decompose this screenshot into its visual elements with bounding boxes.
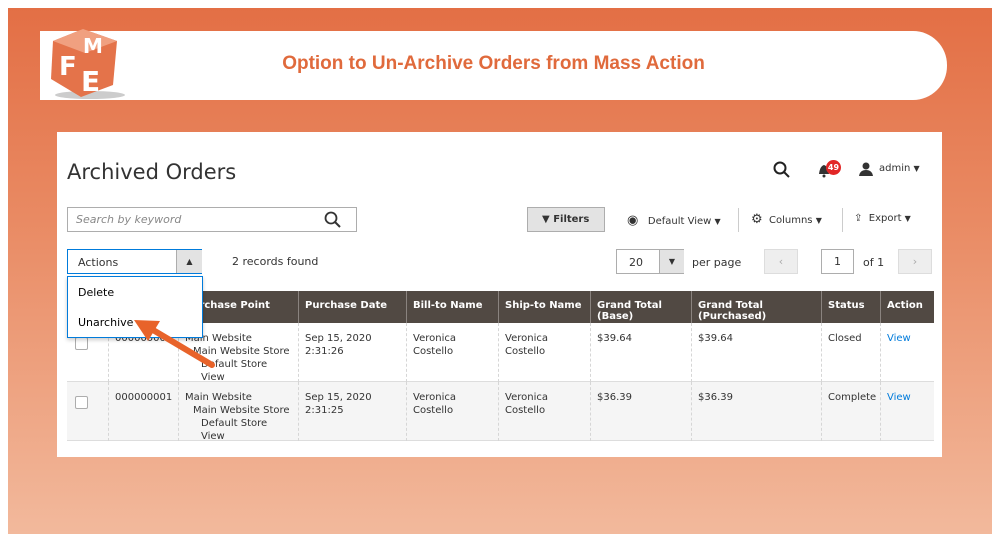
per-page-label: per page bbox=[692, 256, 742, 269]
cell-purchased: $39.64 bbox=[698, 333, 733, 344]
row-checkbox[interactable] bbox=[75, 396, 88, 409]
column-header[interactable]: Grand Total (Purchased) bbox=[691, 291, 821, 323]
svg-text:F: F bbox=[59, 52, 77, 82]
cell-ship: Veronica Costello bbox=[505, 392, 548, 416]
page-input[interactable]: 1 bbox=[821, 249, 854, 274]
actions-label: Actions bbox=[78, 256, 119, 269]
actions-dropdown[interactable]: Actions ▲ bbox=[67, 249, 202, 274]
notification-badge[interactable]: 49 bbox=[826, 160, 841, 175]
next-page-button[interactable]: › bbox=[898, 249, 932, 274]
table-cell: Closed bbox=[821, 323, 880, 382]
purchase-point-line: Default Store View bbox=[201, 418, 268, 442]
column-header[interactable]: Bill-to Name bbox=[406, 291, 498, 323]
user-name: admin bbox=[879, 163, 911, 174]
user-menu[interactable]: admin ▼ bbox=[879, 163, 920, 174]
caret-down-icon: ▼ bbox=[815, 216, 822, 225]
user-icon bbox=[859, 162, 873, 176]
columns-dropdown[interactable]: ⚙ Columns ▼ bbox=[751, 212, 822, 227]
arrow-annotation bbox=[134, 320, 215, 368]
page-title: Archived Orders bbox=[67, 160, 237, 184]
table-cell: Sep 15, 2020 2:31:25 bbox=[298, 382, 406, 441]
column-header[interactable]: Ship-to Name bbox=[498, 291, 590, 323]
menu-item-delete[interactable]: Delete bbox=[78, 286, 114, 299]
caret-down-icon: ▼ bbox=[913, 164, 920, 173]
table-cell bbox=[67, 382, 108, 441]
table-cell: $39.64 bbox=[590, 323, 691, 382]
per-page-select[interactable]: 20 ▼ bbox=[616, 249, 684, 274]
column-header[interactable]: Action bbox=[880, 291, 934, 323]
svg-text:E: E bbox=[81, 65, 100, 98]
table-cell: $36.39 bbox=[691, 382, 821, 441]
table-cell: $36.39 bbox=[590, 382, 691, 441]
table-cell: Sep 15, 2020 2:31:26 bbox=[298, 323, 406, 382]
prev-page-button[interactable]: ‹ bbox=[764, 249, 798, 274]
cell-id: 000000001 bbox=[115, 392, 173, 403]
cell-date: Sep 15, 2020 2:31:25 bbox=[305, 392, 372, 416]
cell-ship: Veronica Costello bbox=[505, 333, 548, 357]
banner-title: Option to Un-Archive Orders from Mass Ac… bbox=[282, 53, 705, 74]
table-cell: Veronica Costello bbox=[498, 323, 590, 382]
eye-icon: ◉ bbox=[627, 213, 639, 228]
table-cell: Complete bbox=[821, 382, 880, 441]
table-cell: Veronica Costello bbox=[498, 382, 590, 441]
table-cell: Main Website Main Website Store Default St… bbox=[178, 382, 298, 442]
export-icon: ⇪ bbox=[854, 213, 863, 224]
divider bbox=[842, 208, 843, 232]
columns-label: Columns bbox=[769, 215, 813, 226]
table-cell: 000000001 bbox=[108, 382, 178, 441]
cell-status: Closed bbox=[828, 333, 862, 344]
filters-label: Filters bbox=[553, 214, 590, 225]
records-count: 2 records found bbox=[232, 255, 319, 268]
banner: Option to Un-Archive Orders from Mass Ac… bbox=[40, 31, 947, 100]
search-icon[interactable] bbox=[773, 161, 791, 179]
table-cell: View bbox=[880, 382, 934, 441]
cell-bill: Veronica Costello bbox=[413, 392, 456, 416]
svg-text:M: M bbox=[83, 34, 103, 58]
caret-up-icon[interactable]: ▲ bbox=[176, 250, 202, 273]
cell-bill: Veronica Costello bbox=[413, 333, 456, 357]
view-dropdown[interactable]: ◉ Default View ▼ bbox=[627, 213, 721, 228]
cell-base: $36.39 bbox=[597, 392, 632, 403]
page-total: of 1 bbox=[863, 256, 885, 269]
search-input[interactable]: Search by keyword bbox=[67, 207, 357, 232]
purchase-point-line: Main Website bbox=[185, 392, 252, 403]
search-icon[interactable] bbox=[324, 211, 342, 229]
caret-down-icon: ▼ bbox=[904, 214, 911, 223]
fme-logo: F M E bbox=[51, 29, 125, 99]
column-header[interactable]: Purchase Date bbox=[298, 291, 406, 323]
cell-status: Complete bbox=[828, 392, 877, 403]
table-cell: Veronica Costello bbox=[406, 382, 498, 441]
table-cell: $39.64 bbox=[691, 323, 821, 382]
table-cell: View bbox=[880, 323, 934, 382]
view-link[interactable]: View bbox=[887, 333, 911, 344]
purchase-point-line: Main Website Store bbox=[193, 405, 290, 416]
cell-base: $39.64 bbox=[597, 333, 632, 344]
cell-purchased: $36.39 bbox=[698, 392, 733, 403]
caret-down-icon: ▼ bbox=[659, 250, 684, 273]
filter-icon: ▼ bbox=[542, 214, 550, 225]
view-label: Default View bbox=[647, 216, 712, 227]
row-checkbox[interactable] bbox=[75, 337, 88, 350]
gear-icon: ⚙ bbox=[751, 212, 763, 227]
per-page-value: 20 bbox=[629, 256, 643, 269]
menu-item-unarchive[interactable]: Unarchive bbox=[78, 316, 133, 329]
filters-button[interactable]: ▼ Filters bbox=[527, 207, 605, 232]
divider bbox=[738, 208, 739, 232]
export-dropdown[interactable]: ⇪ Export ▼ bbox=[854, 213, 911, 224]
caret-down-icon: ▼ bbox=[714, 217, 721, 226]
column-header[interactable]: Grand Total (Base) bbox=[590, 291, 691, 323]
export-label: Export bbox=[868, 213, 902, 224]
column-header[interactable]: Status bbox=[821, 291, 880, 323]
view-link[interactable]: View bbox=[887, 392, 911, 403]
table-cell: Veronica Costello bbox=[406, 323, 498, 382]
cell-date: Sep 15, 2020 2:31:26 bbox=[305, 333, 372, 357]
